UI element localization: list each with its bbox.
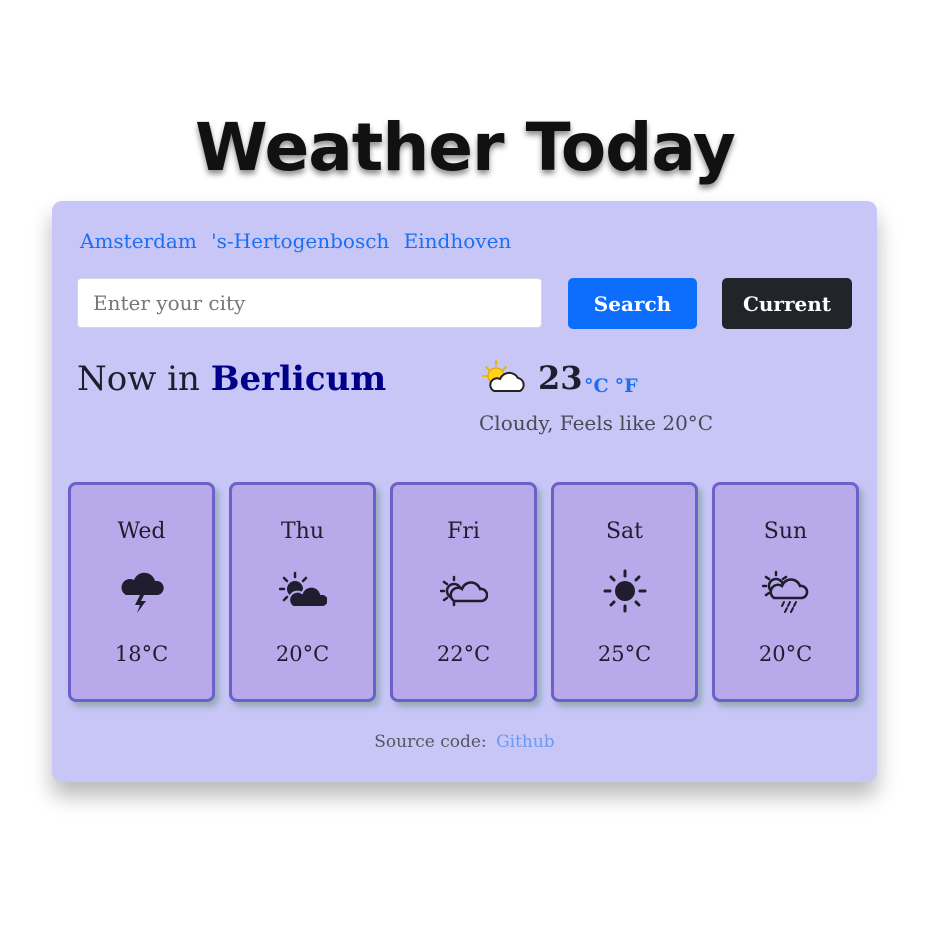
- sun-icon: [603, 569, 646, 613]
- forecast-card-thu: Thu 20°C: [229, 482, 376, 702]
- forecast-day: Fri: [447, 519, 480, 544]
- forecast-temp: 20°C: [275, 642, 330, 666]
- forecast-day: Thu: [280, 519, 324, 544]
- forecast-temp: 25°C: [597, 642, 652, 666]
- now-in-label: Now in: [77, 359, 200, 399]
- forecast-day: Sat: [605, 519, 644, 544]
- sun-behind-cloud-icon: [439, 575, 488, 607]
- search-button[interactable]: Search: [568, 278, 697, 329]
- partly-cloudy-icon: [482, 360, 525, 392]
- current-location-button[interactable]: Current: [722, 278, 852, 329]
- city-link-amsterdam[interactable]: Amsterdam: [80, 229, 197, 253]
- city-search-input[interactable]: [77, 278, 542, 328]
- forecast-card-sat: Sat 25°C: [551, 482, 698, 702]
- forecast-temp: 22°C: [436, 642, 491, 666]
- current-location-heading: Now in Berlicum: [77, 359, 386, 399]
- current-city-name: Berlicum: [210, 359, 387, 399]
- quick-city-links: Amsterdam 's-Hertogenbosch Eindhoven: [80, 229, 519, 253]
- fahrenheit-link[interactable]: °F: [615, 375, 638, 397]
- weather-card: Amsterdam 's-Hertogenbosch Eindhoven Sea…: [52, 201, 877, 782]
- app-title: Weather Today: [195, 109, 736, 186]
- sun-cloud-rain-icon: [761, 570, 808, 613]
- forecast-temp: 20°C: [758, 642, 813, 666]
- forecast-temp: 18°C: [114, 642, 169, 666]
- forecast-card-sun: Sun 20°C: [712, 482, 859, 702]
- current-temperature: 23: [538, 359, 583, 397]
- forecast-day: Wed: [117, 519, 166, 544]
- city-link-eindhoven[interactable]: Eindhoven: [404, 229, 512, 253]
- partly-sunny-icon: [278, 571, 327, 608]
- forecast-card-wed: Wed 18°C: [68, 482, 215, 702]
- forecast-card-fri: Fri 22°C: [390, 482, 537, 702]
- thunderstorm-icon: [121, 572, 164, 613]
- weather-description: Cloudy, Feels like 20°C: [479, 411, 714, 435]
- unit-toggle: °C °F: [584, 375, 644, 397]
- city-link-s-hertogenbosch[interactable]: 's-Hertogenbosch: [211, 229, 389, 253]
- footer: Source code: Github: [52, 732, 877, 752]
- github-link[interactable]: Github: [496, 732, 555, 752]
- celsius-link[interactable]: °C: [584, 375, 609, 397]
- forecast-day: Sun: [763, 519, 808, 544]
- source-code-label: Source code:: [374, 732, 487, 752]
